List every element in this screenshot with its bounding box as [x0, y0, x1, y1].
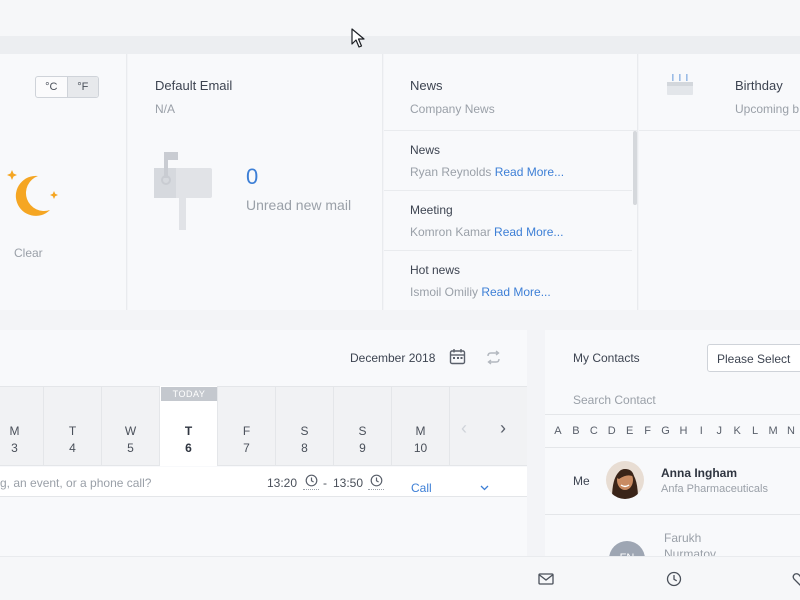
- news-item[interactable]: Meeting Komron Kamar Read More...: [384, 191, 632, 251]
- moon-icon: [7, 170, 58, 216]
- day-letter: T: [68, 424, 77, 438]
- day-number: 3: [11, 441, 18, 455]
- alpha-letter[interactable]: K: [728, 425, 746, 437]
- unit-celsius[interactable]: °C: [36, 77, 67, 97]
- news-item-author: Ryan Reynolds: [410, 165, 492, 179]
- time-underline: [303, 489, 319, 490]
- news-item-title: Meeting: [410, 203, 453, 217]
- day-number: 6: [185, 441, 192, 455]
- day-letter: S: [358, 424, 367, 438]
- alpha-letter[interactable]: D: [603, 425, 621, 437]
- event-type-select[interactable]: Call: [411, 481, 432, 495]
- start-time[interactable]: 13:20: [267, 476, 297, 490]
- calendar-icon[interactable]: [449, 348, 466, 365]
- clock-icon[interactable]: [370, 474, 383, 487]
- news-item-author: Ismoil Omiliy: [410, 285, 478, 299]
- day-letter: M: [9, 424, 20, 438]
- alpha-letter[interactable]: L: [746, 425, 764, 437]
- end-time[interactable]: 13:50: [333, 476, 363, 490]
- calendar-day[interactable]: F7: [218, 386, 276, 466]
- top-bar: [0, 0, 800, 36]
- alphabet-filter: A B C D E F G H I J K L M N: [545, 414, 800, 448]
- read-more-link[interactable]: Read More...: [481, 285, 550, 299]
- contact-name[interactable]: Anna Ingham: [661, 466, 737, 480]
- calendar-day[interactable]: W5: [102, 386, 160, 466]
- read-more-link[interactable]: Read More...: [495, 165, 564, 179]
- time-separator: -: [323, 476, 327, 490]
- day-letter: M: [415, 424, 426, 438]
- contacts-filter-select[interactable]: Please Select: [707, 344, 800, 372]
- news-title: News: [410, 78, 443, 93]
- clock-icon[interactable]: [305, 474, 318, 487]
- sync-icon[interactable]: [485, 349, 502, 366]
- day-number: 7: [243, 441, 250, 455]
- day-number: 5: [127, 441, 134, 455]
- contact-company: Anfa Pharmaceuticals: [661, 483, 768, 495]
- alpha-letter[interactable]: J: [710, 425, 728, 437]
- news-item[interactable]: Hot news Ismoil Omiliy Read More...: [384, 251, 632, 311]
- day-letter: S: [300, 424, 309, 438]
- day-number: 8: [301, 441, 308, 455]
- mail-icon[interactable]: [538, 571, 554, 587]
- next-week-arrow-icon[interactable]: ›: [500, 418, 506, 439]
- news-scrollbar[interactable]: [633, 131, 637, 205]
- header-strip: [0, 36, 800, 54]
- birthday-cake-icon: [667, 74, 693, 95]
- heart-icon[interactable]: [792, 571, 800, 587]
- alpha-letter[interactable]: M: [764, 425, 782, 437]
- alpha-letter[interactable]: N: [782, 425, 800, 437]
- email-address: N/A: [155, 102, 176, 116]
- unread-mail-label: Unread new mail: [246, 197, 352, 213]
- weather-condition: Clear: [14, 246, 43, 260]
- calendar-month: December 2018: [350, 351, 436, 365]
- calendar-day[interactable]: T4: [44, 386, 102, 466]
- day-number: 10: [413, 441, 428, 455]
- day-letter: W: [124, 424, 137, 438]
- calendar-day[interactable]: M 10: [392, 386, 450, 466]
- news-item-author: Komron Kamar: [410, 225, 491, 239]
- alpha-letter[interactable]: H: [674, 425, 692, 437]
- prev-week-arrow-icon[interactable]: ‹: [461, 418, 467, 439]
- contact-search-input[interactable]: Search Contact: [573, 393, 656, 407]
- alpha-letter[interactable]: G: [657, 425, 675, 437]
- unit-fahrenheit[interactable]: °F: [66, 77, 98, 97]
- pointer-cursor-icon: [351, 28, 365, 48]
- day-letter: T: [184, 424, 193, 438]
- day-number: 4: [69, 441, 76, 455]
- alpha-letter[interactable]: I: [692, 425, 710, 437]
- history-icon[interactable]: [666, 571, 682, 587]
- contacts-title: My Contacts: [573, 351, 640, 365]
- calendar-day[interactable]: S9: [334, 386, 392, 466]
- alpha-letter[interactable]: A: [549, 425, 567, 437]
- contact-divider: [545, 514, 800, 515]
- email-title: Default Email: [155, 78, 233, 93]
- avatar[interactable]: [606, 461, 644, 499]
- today-badge: TODAY: [161, 387, 217, 401]
- alpha-letter[interactable]: E: [621, 425, 639, 437]
- chevron-down-icon[interactable]: [480, 485, 489, 491]
- quick-event-input[interactable]: g, an event, or a phone call?: [0, 476, 151, 490]
- mailbox-icon: [154, 152, 212, 230]
- news-item-title: Hot news: [410, 263, 461, 277]
- news-subtitle: Company News: [410, 102, 495, 116]
- time-underline: [368, 489, 384, 490]
- day-number: 9: [359, 441, 366, 455]
- temperature-unit-toggle[interactable]: °C °F: [35, 76, 99, 98]
- unread-mail-count: 0: [246, 164, 259, 189]
- news-item-title: News: [410, 143, 441, 157]
- alpha-letter[interactable]: B: [567, 425, 585, 437]
- birthday-title: Birthday: [735, 78, 783, 93]
- birthday-subtitle: Upcoming b: [735, 102, 800, 116]
- me-label: Me: [573, 474, 590, 488]
- calendar-day[interactable]: S8: [276, 386, 334, 466]
- alpha-letter[interactable]: F: [639, 425, 657, 437]
- alpha-letter[interactable]: C: [585, 425, 603, 437]
- read-more-link[interactable]: Read More...: [494, 225, 563, 239]
- calendar-day[interactable]: M3: [0, 386, 44, 466]
- day-letter: F: [242, 424, 251, 438]
- news-item[interactable]: News Ryan Reynolds Read More...: [384, 131, 632, 191]
